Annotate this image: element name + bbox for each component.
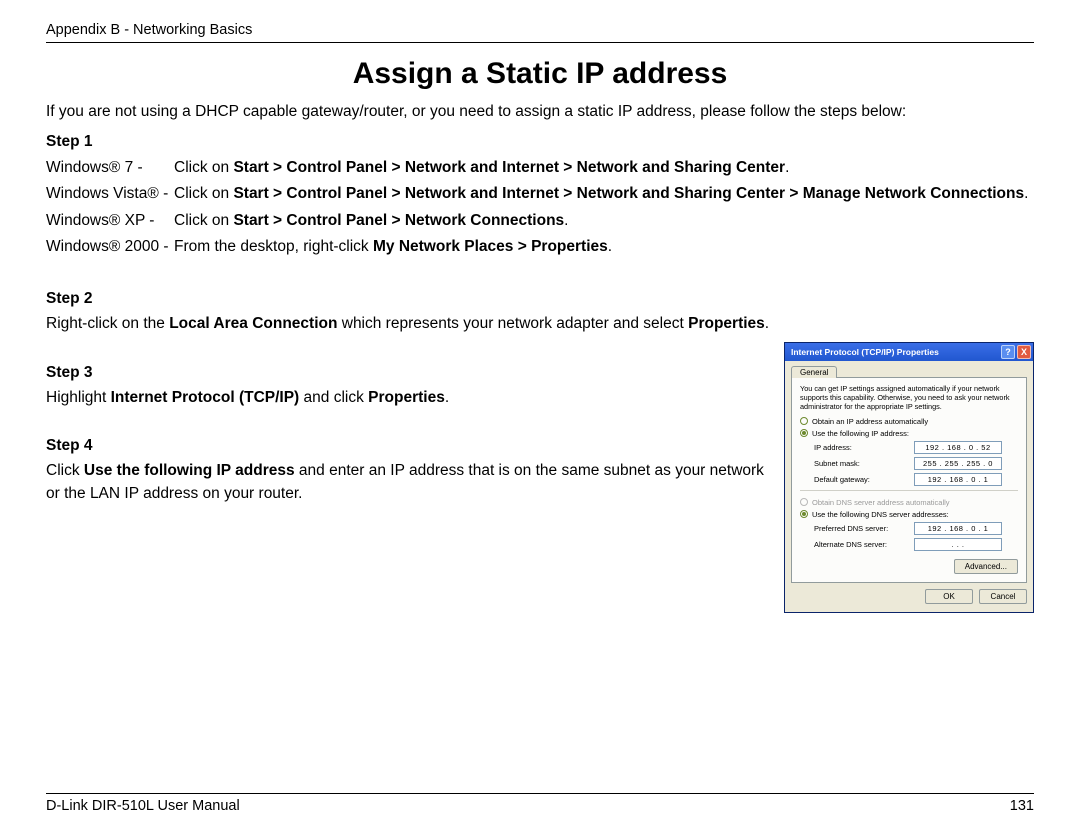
path-bold: Start > Control Panel > Network and Inte… [233,185,1024,202]
text: Click [46,462,84,479]
bold: Properties [688,315,765,332]
path-bold: Start > Control Panel > Network Connecti… [233,212,564,229]
text: which represents your network adapter an… [337,315,688,332]
help-icon[interactable]: ? [1001,345,1015,359]
text: . [608,238,612,255]
radio-label: Use the following IP address: [812,429,909,438]
field-label: IP address: [814,443,914,452]
field-alternate-dns: Alternate DNS server: . . . [814,538,1018,551]
dialog-info-text: You can get IP settings assigned automat… [800,384,1018,411]
alternate-dns-input[interactable]: . . . [914,538,1002,551]
os-label: Windows Vista® - [46,181,174,207]
radio-obtain-dns-auto: Obtain DNS server address automatically [800,498,1018,507]
step4-heading: Step 4 [46,437,766,455]
radio-label: Use the following DNS server addresses: [812,510,949,519]
default-gateway-input[interactable]: 192 . 168 . 0 . 1 [914,473,1002,486]
field-label: Default gateway: [814,475,914,484]
radio-use-following-ip[interactable]: Use the following IP address: [800,429,1018,438]
intro-text: If you are not using a DHCP capable gate… [46,103,1034,121]
dialog-body: You can get IP settings assigned automat… [791,377,1027,583]
step1-row-xp: Windows® XP - Click on Start > Control P… [46,208,1034,234]
os-label: Windows® XP - [46,208,174,234]
text: . [785,159,789,176]
subnet-mask-input[interactable]: 255 . 255 . 255 . 0 [914,457,1002,470]
text: . [765,315,769,332]
path-bold: My Network Places > Properties [373,238,608,255]
os-label: Windows® 7 - [46,155,174,181]
text: . [1024,185,1028,202]
bold: Properties [368,389,445,406]
step2-text: Right-click on the Local Area Connection… [46,312,1034,335]
step1-row-2000: Windows® 2000 - From the desktop, right-… [46,234,1034,260]
dialog-titlebar[interactable]: Internet Protocol (TCP/IP) Properties ? … [785,343,1033,361]
field-default-gateway: Default gateway: 192 . 168 . 0 . 1 [814,473,1018,486]
field-subnet-mask: Subnet mask: 255 . 255 . 255 . 0 [814,457,1018,470]
os-label: Windows® 2000 - [46,234,174,260]
step1-heading: Step 1 [46,133,1034,151]
step2-heading: Step 2 [46,290,1034,308]
radio-icon [800,510,808,518]
text: and click [299,389,368,406]
text: Highlight [46,389,111,406]
field-label: Alternate DNS server: [814,540,914,549]
ip-address-input[interactable]: 192 . 168 . 0 . 52 [914,441,1002,454]
text: Click on [174,185,233,202]
os-desc: Click on Start > Control Panel > Network… [174,155,1034,181]
field-ip-address: IP address: 192 . 168 . 0 . 52 [814,441,1018,454]
os-desc: Click on Start > Control Panel > Network… [174,208,1034,234]
text: . [445,389,449,406]
radio-icon [800,498,808,506]
ok-button[interactable]: OK [925,589,973,604]
footer-page-number: 131 [1010,798,1034,814]
page-footer: D-Link DIR-510L User Manual 131 [46,793,1034,814]
text: Click on [174,159,233,176]
radio-use-following-dns[interactable]: Use the following DNS server addresses: [800,510,1018,519]
radio-label: Obtain an IP address automatically [812,417,928,426]
step1-row-vista: Windows Vista® - Click on Start > Contro… [46,181,1034,207]
close-icon[interactable]: X [1017,345,1031,359]
tab-general[interactable]: General [791,366,837,378]
bold: Internet Protocol (TCP/IP) [111,389,300,406]
tcpip-properties-dialog: Internet Protocol (TCP/IP) Properties ? … [784,342,1034,613]
page-title: Assign a Static IP address [46,57,1034,91]
bold: Local Area Connection [169,315,337,332]
bold: Use the following IP address [84,462,295,479]
advanced-button[interactable]: Advanced... [954,559,1018,574]
field-label: Subnet mask: [814,459,914,468]
step3-heading: Step 3 [46,364,766,382]
path-bold: Start > Control Panel > Network and Inte… [233,159,785,176]
text: From the desktop, right-click [174,238,373,255]
os-desc: Click on Start > Control Panel > Network… [174,181,1034,207]
radio-label: Obtain DNS server address automatically [812,498,950,507]
field-label: Preferred DNS server: [814,524,914,533]
step3-text: Highlight Internet Protocol (TCP/IP) and… [46,386,766,409]
footer-manual-name: D-Link DIR-510L User Manual [46,798,240,814]
appendix-header: Appendix B - Networking Basics [46,22,1034,43]
text: Click on [174,212,233,229]
os-desc: From the desktop, right-click My Network… [174,234,1034,260]
radio-obtain-ip-auto[interactable]: Obtain an IP address automatically [800,417,1018,426]
step1-row-win7: Windows® 7 - Click on Start > Control Pa… [46,155,1034,181]
radio-icon [800,429,808,437]
step4-text: Click Use the following IP address and e… [46,459,766,506]
text: . [564,212,568,229]
preferred-dns-input[interactable]: 192 . 168 . 0 . 1 [914,522,1002,535]
cancel-button[interactable]: Cancel [979,589,1027,604]
dialog-title-text: Internet Protocol (TCP/IP) Properties [791,347,939,357]
text: Right-click on the [46,315,169,332]
radio-icon [800,417,808,425]
field-preferred-dns: Preferred DNS server: 192 . 168 . 0 . 1 [814,522,1018,535]
